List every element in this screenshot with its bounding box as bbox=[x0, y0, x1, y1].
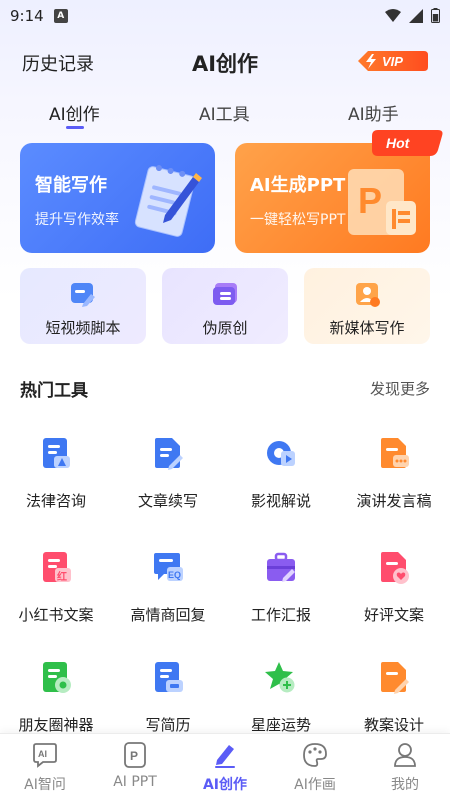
hot-tools-title: 热门工具 bbox=[20, 381, 88, 401]
short-video-script-card[interactable]: 短视频脚本 bbox=[20, 268, 146, 344]
film-icon bbox=[267, 441, 295, 466]
speech-doc-icon bbox=[381, 438, 409, 468]
tool-label: 演讲发言稿 bbox=[356, 492, 432, 510]
bottom-navigation: AI AI智问 P AI PPT AI创作 AI作画 我的 bbox=[0, 733, 450, 800]
tool-positive-review[interactable]: 好评文案 bbox=[338, 550, 450, 640]
tool-article-continue[interactable]: 文章续写 bbox=[112, 436, 224, 526]
heart-doc-icon bbox=[381, 552, 409, 584]
ppt-file-icon: P bbox=[348, 169, 416, 235]
status-bar: 9:14 A bbox=[0, 0, 450, 32]
status-icons bbox=[385, 8, 440, 23]
star-icon bbox=[265, 662, 295, 693]
hot-badge: Hot bbox=[372, 130, 443, 156]
pen-icon bbox=[215, 745, 235, 768]
resume-icon bbox=[155, 662, 183, 692]
ai-ppt-subtitle: 一键轻松写PPT bbox=[250, 212, 346, 228]
tool-label: 工作汇报 bbox=[250, 606, 311, 624]
moments-icon bbox=[43, 662, 71, 693]
nav-ai-ask[interactable]: AI AI智问 bbox=[0, 740, 90, 796]
tool-label: 好评文案 bbox=[363, 606, 424, 624]
nav-label: 我的 bbox=[391, 777, 419, 793]
tool-label: 小红书文案 bbox=[18, 606, 94, 624]
palette-icon bbox=[303, 743, 327, 767]
tool-film-commentary[interactable]: 影视解说 bbox=[225, 436, 337, 526]
nav-label: AI PPT bbox=[113, 774, 157, 790]
app-header: 历史记录 AI创作 VIP bbox=[0, 40, 450, 84]
xiaohongshu-icon: 红 bbox=[43, 552, 71, 583]
tool-high-eq-reply[interactable]: EQ 高情商回复 bbox=[112, 550, 224, 640]
tool-label: 高情商回复 bbox=[130, 606, 206, 624]
nav-ai-ppt[interactable]: P AI PPT bbox=[90, 740, 180, 796]
nav-label: AI作画 bbox=[294, 777, 336, 793]
new-media-writing-label: 新媒体写作 bbox=[329, 319, 405, 337]
svg-text:EQ: EQ bbox=[168, 570, 181, 580]
tool-work-report[interactable]: 工作汇报 bbox=[225, 550, 337, 640]
tool-speech-draft[interactable]: 演讲发言稿 bbox=[338, 436, 450, 526]
tab-ai-tools[interactable]: AI工具 bbox=[199, 100, 250, 125]
svg-text:红: 红 bbox=[57, 570, 67, 583]
svg-text:P: P bbox=[130, 749, 138, 763]
nav-label: AI智问 bbox=[24, 777, 66, 793]
vip-label: VIP bbox=[382, 54, 403, 69]
tab-indicator bbox=[66, 126, 84, 129]
nav-mine[interactable]: 我的 bbox=[360, 740, 450, 796]
smart-writing-title: 智能写作 bbox=[35, 175, 107, 196]
lesson-plan-icon bbox=[381, 662, 409, 694]
tool-label: 法律咨询 bbox=[25, 492, 86, 510]
ai-ppt-card[interactable]: AI生成PPT 一键轻松写PPT P bbox=[235, 143, 430, 253]
law-doc-icon bbox=[43, 438, 70, 468]
tool-law-consult[interactable]: 法律咨询 bbox=[0, 436, 112, 526]
vip-button[interactable]: VIP bbox=[354, 49, 430, 73]
svg-text:Hot: Hot bbox=[386, 135, 411, 151]
nav-ai-draw[interactable]: AI作画 bbox=[270, 740, 360, 796]
rewrite-card[interactable]: 伪原创 bbox=[162, 268, 288, 344]
new-media-writing-card[interactable]: 新媒体写作 bbox=[304, 268, 430, 344]
svg-text:AI: AI bbox=[38, 749, 47, 759]
tool-label: 教案设计 bbox=[363, 716, 424, 734]
tab-ai-assistant[interactable]: AI助手 bbox=[348, 100, 399, 125]
svg-text:P: P bbox=[358, 180, 382, 221]
user-icon bbox=[394, 743, 416, 767]
smart-writing-card[interactable]: 智能写作 提升写作效率 bbox=[20, 143, 215, 253]
video-script-icon bbox=[71, 283, 95, 307]
status-time: 9:14 bbox=[10, 7, 44, 25]
ai-ppt-title: AI生成PPT bbox=[250, 175, 346, 196]
notification-badge: A bbox=[53, 9, 68, 23]
doc-edit-icon bbox=[155, 438, 183, 470]
tool-label: 写简历 bbox=[145, 716, 191, 734]
chat-ai-icon: AI bbox=[33, 743, 57, 768]
nav-label: AI创作 bbox=[202, 777, 248, 793]
tool-label: 影视解说 bbox=[250, 492, 311, 510]
battery-icon bbox=[431, 8, 440, 23]
rewrite-icon bbox=[213, 283, 237, 305]
notepad-pen-icon bbox=[134, 165, 202, 237]
tool-label: 朋友圈神器 bbox=[18, 716, 94, 734]
tab-ai-create[interactable]: AI创作 bbox=[49, 100, 100, 125]
eq-reply-icon: EQ bbox=[154, 553, 183, 581]
tool-xiaohongshu-copy[interactable]: 红 小红书文案 bbox=[0, 550, 112, 640]
tool-label: 星座运势 bbox=[250, 716, 311, 734]
tool-label: 文章续写 bbox=[137, 492, 198, 510]
new-media-icon bbox=[356, 283, 380, 307]
wifi-icon bbox=[385, 8, 401, 22]
discover-more-link[interactable]: 发现更多 bbox=[370, 378, 430, 399]
short-video-script-label: 短视频脚本 bbox=[45, 319, 121, 337]
nav-ai-create[interactable]: AI创作 bbox=[180, 740, 270, 796]
smart-writing-subtitle: 提升写作效率 bbox=[35, 212, 119, 228]
ppt-icon: P bbox=[124, 742, 146, 768]
signal-icon bbox=[409, 8, 423, 23]
briefcase-icon bbox=[267, 552, 295, 582]
rewrite-label: 伪原创 bbox=[202, 319, 248, 337]
